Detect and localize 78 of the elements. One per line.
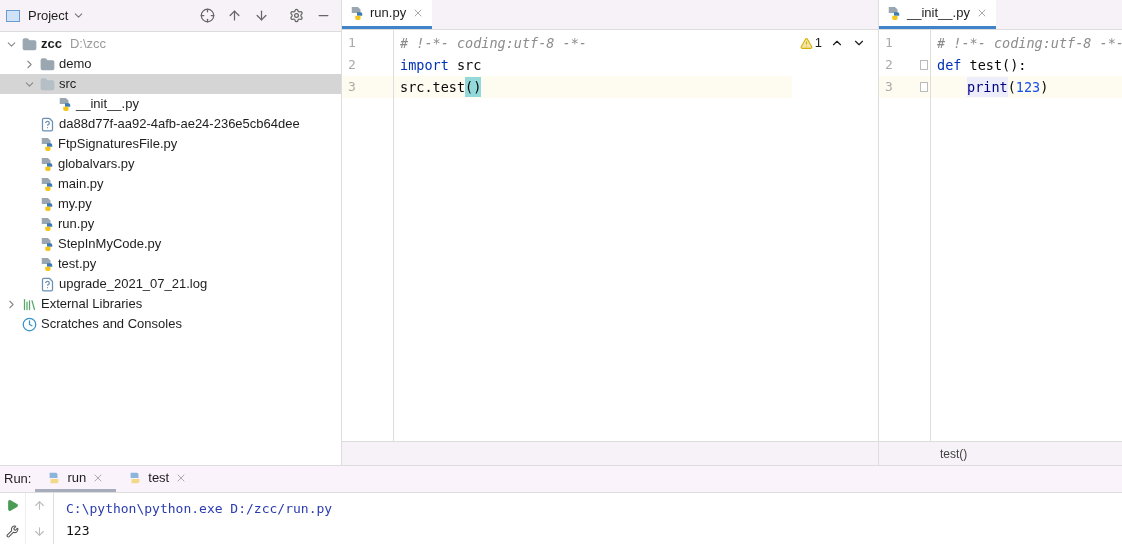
tree-item[interactable]: main.py (0, 174, 341, 194)
warning-icon[interactable] (799, 36, 813, 50)
python-file-icon (40, 257, 54, 271)
item-name: da88d77f-aa92-4afb-ae24-236e5cb64dee (59, 115, 300, 134)
tree-item[interactable]: External Libraries (0, 294, 341, 314)
run-tab[interactable]: run (35, 466, 117, 492)
python-file-icon (40, 237, 54, 251)
item-path: D:\zcc (69, 35, 107, 54)
tree-item[interactable]: my.py (0, 194, 341, 214)
tree-item[interactable]: run.py (0, 214, 341, 234)
editor-tab[interactable]: run.py (342, 0, 433, 29)
code-line: # !-*- coding:utf-8 -*- (936, 33, 1122, 53)
tree-item[interactable]: globalvars.py (0, 154, 341, 174)
breadcrumb[interactable]: test() (940, 444, 968, 463)
scratches-icon (22, 316, 37, 332)
console-line: 123 (66, 522, 91, 540)
tree-item[interactable]: StepInMyCode.py (0, 234, 341, 254)
tree-item[interactable]: __init__.py (0, 94, 341, 114)
code-line: def test(): (936, 55, 1028, 75)
python-file-icon (40, 137, 54, 151)
folder-icon (22, 36, 37, 52)
unknown-file-icon (40, 276, 55, 292)
wrench-icon[interactable] (6, 524, 19, 538)
item-name: globalvars.py (58, 155, 135, 174)
tree-item[interactable]: upgrade_2021_07_21.log (0, 274, 341, 294)
code-line: # !-*- coding:utf-8 -*- (399, 33, 588, 53)
python-file-icon (40, 217, 54, 231)
tree-item[interactable]: demo (0, 54, 341, 74)
tree-item[interactable]: Scratches and Consoles (0, 314, 341, 334)
panel-icon (6, 9, 20, 22)
run-label: Run: (3, 470, 33, 489)
tree-item[interactable]: FtpSignaturesFile.py (0, 134, 341, 154)
settings-icon[interactable] (289, 8, 304, 23)
fold-icon[interactable] (920, 82, 928, 92)
library-icon (22, 296, 37, 312)
item-name: demo (59, 55, 92, 74)
run-icon[interactable] (6, 499, 19, 513)
item-name: run.py (58, 215, 95, 234)
line-number: 2 (348, 56, 356, 75)
item-name: test.py (58, 255, 97, 274)
item-name: upgrade_2021_07_21.log (59, 275, 208, 294)
line-number: 3 (348, 78, 356, 97)
line-number: 1 (885, 34, 893, 53)
item-name: main.py (58, 175, 104, 194)
editor-tab[interactable]: __init__.py (879, 0, 996, 29)
line-number: 1 (348, 34, 356, 53)
python-file-icon (58, 97, 72, 111)
python-file-icon (40, 157, 54, 171)
python-file-icon (350, 6, 364, 20)
python-file-icon (887, 6, 901, 20)
panel-title[interactable]: Project (28, 5, 69, 26)
warning-count[interactable]: 1 (814, 33, 822, 53)
fold-icon[interactable] (920, 60, 928, 70)
locate-icon[interactable] (200, 8, 215, 23)
console-line: C:\python\python.exe D:/zcc/run.py (66, 500, 333, 518)
python-file-icon (40, 197, 54, 211)
item-name: zcc (41, 35, 62, 54)
item-name: FtpSignaturesFile.py (58, 135, 178, 154)
line-number: 2 (885, 56, 893, 75)
item-name: Scratches and Consoles (41, 315, 182, 334)
tree-item[interactable]: test.py (0, 254, 341, 274)
python-file-icon (40, 177, 54, 191)
unknown-file-icon (40, 116, 55, 132)
up-arrow-icon[interactable] (33, 499, 46, 513)
item-name: __init__.py (76, 95, 139, 114)
down-arrow-icon[interactable] (33, 524, 46, 538)
item-name: StepInMyCode.py (58, 235, 162, 254)
tree-item[interactable]: da88d77f-aa92-4afb-ae24-236e5cb64dee (0, 114, 341, 134)
folder-icon (40, 56, 55, 72)
code-line: import src (399, 55, 483, 75)
tree-item[interactable]: src (0, 74, 341, 94)
tree-item[interactable]: zcc D:\zcc (0, 34, 341, 54)
item-name: External Libraries (41, 295, 143, 314)
item-name: my.py (58, 195, 92, 214)
item-name: src (59, 75, 77, 94)
run-tab[interactable]: test (116, 466, 200, 492)
package-folder-icon (40, 76, 55, 92)
line-number: 3 (885, 78, 893, 97)
